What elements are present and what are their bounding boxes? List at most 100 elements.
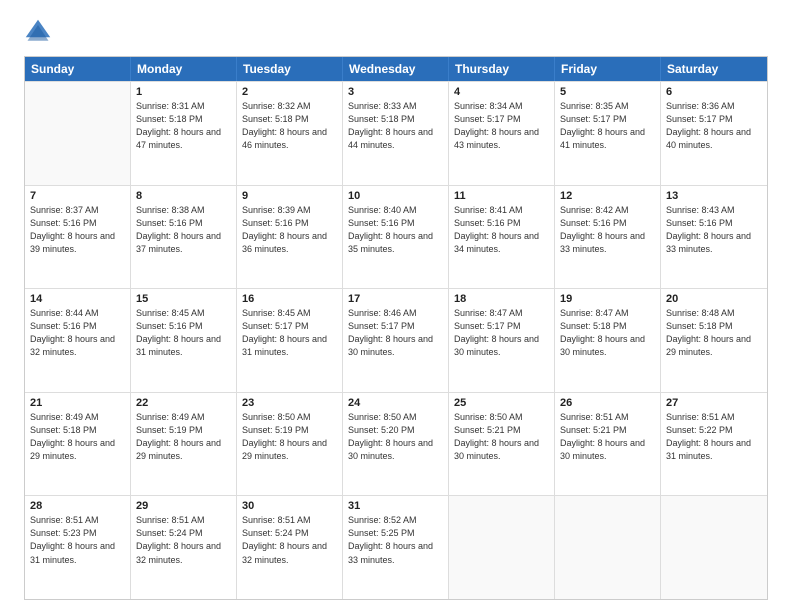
logo-icon (24, 18, 52, 46)
cell-info: Sunrise: 8:46 AMSunset: 5:17 PMDaylight:… (348, 307, 443, 359)
calendar-cell (555, 496, 661, 599)
calendar-cell: 18 Sunrise: 8:47 AMSunset: 5:17 PMDayligh… (449, 289, 555, 392)
day-number: 30 (242, 500, 337, 512)
day-number: 20 (666, 293, 762, 305)
calendar-cell: 8 Sunrise: 8:38 AMSunset: 5:16 PMDaylight… (131, 186, 237, 289)
cell-info: Sunrise: 8:37 AMSunset: 5:16 PMDaylight:… (30, 204, 125, 256)
calendar-row: 21 Sunrise: 8:49 AMSunset: 5:18 PMDayligh… (25, 392, 767, 496)
calendar-cell: 29Sunrise: 8:51 AMSunset: 5:24 PMDayligh… (131, 496, 237, 599)
calendar-cell: 9 Sunrise: 8:39 AMSunset: 5:16 PMDaylight… (237, 186, 343, 289)
day-number: 31 (348, 500, 443, 512)
cell-info: Sunrise: 8:48 AMSunset: 5:18 PMDaylight:… (666, 307, 762, 359)
cell-info: Sunrise: 8:45 AMSunset: 5:16 PMDaylight:… (136, 307, 231, 359)
day-number: 5 (560, 86, 655, 98)
calendar-cell: 28 Sunrise: 8:51 AMSunset: 5:23 PMDayligh… (25, 496, 131, 599)
calendar-cell: 31 Sunrise: 8:52 AMSunset: 5:25 PMDayligh… (343, 496, 449, 599)
day-number: 8 (136, 190, 231, 202)
calendar-cell: 17 Sunrise: 8:46 AMSunset: 5:17 PMDayligh… (343, 289, 449, 392)
calendar-cell: 30 Sunrise: 8:51 AMSunset: 5:24 PMDayligh… (237, 496, 343, 599)
day-number: 9 (242, 190, 337, 202)
calendar-row: 1 Sunrise: 8:31 AMSunset: 5:18 PMDaylight… (25, 81, 767, 185)
day-number: 16 (242, 293, 337, 305)
weekday-header: Wednesday (343, 57, 449, 81)
day-number: 13 (666, 190, 762, 202)
calendar-cell: 12Sunrise: 8:42 AMSunset: 5:16 PMDayligh… (555, 186, 661, 289)
cell-info: Sunrise: 8:34 AMSunset: 5:17 PMDaylight:… (454, 100, 549, 152)
cell-info: Sunrise: 8:51 AMSunset: 5:24 PMDaylight:… (136, 514, 231, 566)
day-number: 2 (242, 86, 337, 98)
calendar-cell: 11 Sunrise: 8:41 AMSunset: 5:16 PMDayligh… (449, 186, 555, 289)
cell-info: Sunrise: 8:51 AMSunset: 5:22 PMDaylight:… (666, 411, 762, 463)
weekday-header: Thursday (449, 57, 555, 81)
logo (24, 18, 56, 46)
weekday-header: Tuesday (237, 57, 343, 81)
cell-info: Sunrise: 8:51 AMSunset: 5:21 PMDaylight:… (560, 411, 655, 463)
day-number: 28 (30, 500, 125, 512)
calendar-cell: 19 Sunrise: 8:47 AMSunset: 5:18 PMDayligh… (555, 289, 661, 392)
cell-info: Sunrise: 8:51 AMSunset: 5:23 PMDaylight:… (30, 514, 125, 566)
day-number: 3 (348, 86, 443, 98)
day-number: 27 (666, 397, 762, 409)
day-number: 18 (454, 293, 549, 305)
day-number: 7 (30, 190, 125, 202)
cell-info: Sunrise: 8:38 AMSunset: 5:16 PMDaylight:… (136, 204, 231, 256)
page-header (24, 18, 768, 46)
calendar-cell: 15 Sunrise: 8:45 AMSunset: 5:16 PMDayligh… (131, 289, 237, 392)
calendar-cell: 27 Sunrise: 8:51 AMSunset: 5:22 PMDayligh… (661, 393, 767, 496)
cell-info: Sunrise: 8:45 AMSunset: 5:17 PMDaylight:… (242, 307, 337, 359)
calendar-cell: 21 Sunrise: 8:49 AMSunset: 5:18 PMDayligh… (25, 393, 131, 496)
day-number: 6 (666, 86, 762, 98)
calendar-cell: 6 Sunrise: 8:36 AMSunset: 5:17 PMDaylight… (661, 82, 767, 185)
cell-info: Sunrise: 8:49 AMSunset: 5:18 PMDaylight:… (30, 411, 125, 463)
cell-info: Sunrise: 8:50 AMSunset: 5:21 PMDaylight:… (454, 411, 549, 463)
day-number: 22 (136, 397, 231, 409)
calendar-cell (25, 82, 131, 185)
cell-info: Sunrise: 8:52 AMSunset: 5:25 PMDaylight:… (348, 514, 443, 566)
day-number: 24 (348, 397, 443, 409)
calendar-cell: 14 Sunrise: 8:44 AMSunset: 5:16 PMDayligh… (25, 289, 131, 392)
calendar-cell: 25 Sunrise: 8:50 AMSunset: 5:21 PMDayligh… (449, 393, 555, 496)
cell-info: Sunrise: 8:44 AMSunset: 5:16 PMDaylight:… (30, 307, 125, 359)
cell-info: Sunrise: 8:36 AMSunset: 5:17 PMDaylight:… (666, 100, 762, 152)
cell-info: Sunrise: 8:32 AMSunset: 5:18 PMDaylight:… (242, 100, 337, 152)
calendar-cell: 3Sunrise: 8:33 AMSunset: 5:18 PMDaylight… (343, 82, 449, 185)
cell-info: Sunrise: 8:35 AMSunset: 5:17 PMDaylight:… (560, 100, 655, 152)
cell-info: Sunrise: 8:47 AMSunset: 5:18 PMDaylight:… (560, 307, 655, 359)
cell-info: Sunrise: 8:39 AMSunset: 5:16 PMDaylight:… (242, 204, 337, 256)
calendar-cell: 22 Sunrise: 8:49 AMSunset: 5:19 PMDayligh… (131, 393, 237, 496)
cell-info: Sunrise: 8:31 AMSunset: 5:18 PMDaylight:… (136, 100, 231, 152)
calendar-header: SundayMondayTuesdayWednesdayThursdayFrid… (25, 57, 767, 81)
day-number: 14 (30, 293, 125, 305)
cell-info: Sunrise: 8:43 AMSunset: 5:16 PMDaylight:… (666, 204, 762, 256)
calendar-cell: 10 Sunrise: 8:40 AMSunset: 5:16 PMDayligh… (343, 186, 449, 289)
cell-info: Sunrise: 8:50 AMSunset: 5:19 PMDaylight:… (242, 411, 337, 463)
calendar-cell: 7 Sunrise: 8:37 AMSunset: 5:16 PMDaylight… (25, 186, 131, 289)
weekday-header: Saturday (661, 57, 767, 81)
day-number: 15 (136, 293, 231, 305)
day-number: 1 (136, 86, 231, 98)
cell-info: Sunrise: 8:40 AMSunset: 5:16 PMDaylight:… (348, 204, 443, 256)
calendar-cell (449, 496, 555, 599)
day-number: 12 (560, 190, 655, 202)
calendar-page: SundayMondayTuesdayWednesdayThursdayFrid… (0, 0, 792, 612)
cell-info: Sunrise: 8:47 AMSunset: 5:17 PMDaylight:… (454, 307, 549, 359)
day-number: 4 (454, 86, 549, 98)
cell-info: Sunrise: 8:49 AMSunset: 5:19 PMDaylight:… (136, 411, 231, 463)
cell-info: Sunrise: 8:41 AMSunset: 5:16 PMDaylight:… (454, 204, 549, 256)
cell-info: Sunrise: 8:51 AMSunset: 5:24 PMDaylight:… (242, 514, 337, 566)
calendar-cell: 4 Sunrise: 8:34 AMSunset: 5:17 PMDaylight… (449, 82, 555, 185)
calendar-cell: 24Sunrise: 8:50 AMSunset: 5:20 PMDayligh… (343, 393, 449, 496)
day-number: 17 (348, 293, 443, 305)
day-number: 10 (348, 190, 443, 202)
day-number: 25 (454, 397, 549, 409)
calendar-row: 7 Sunrise: 8:37 AMSunset: 5:16 PMDaylight… (25, 185, 767, 289)
day-number: 11 (454, 190, 549, 202)
day-number: 21 (30, 397, 125, 409)
day-number: 19 (560, 293, 655, 305)
calendar-row: 28 Sunrise: 8:51 AMSunset: 5:23 PMDayligh… (25, 495, 767, 599)
weekday-header: Monday (131, 57, 237, 81)
calendar-cell: 2 Sunrise: 8:32 AMSunset: 5:18 PMDaylight… (237, 82, 343, 185)
day-number: 23 (242, 397, 337, 409)
calendar-cell: 1 Sunrise: 8:31 AMSunset: 5:18 PMDaylight… (131, 82, 237, 185)
day-number: 26 (560, 397, 655, 409)
